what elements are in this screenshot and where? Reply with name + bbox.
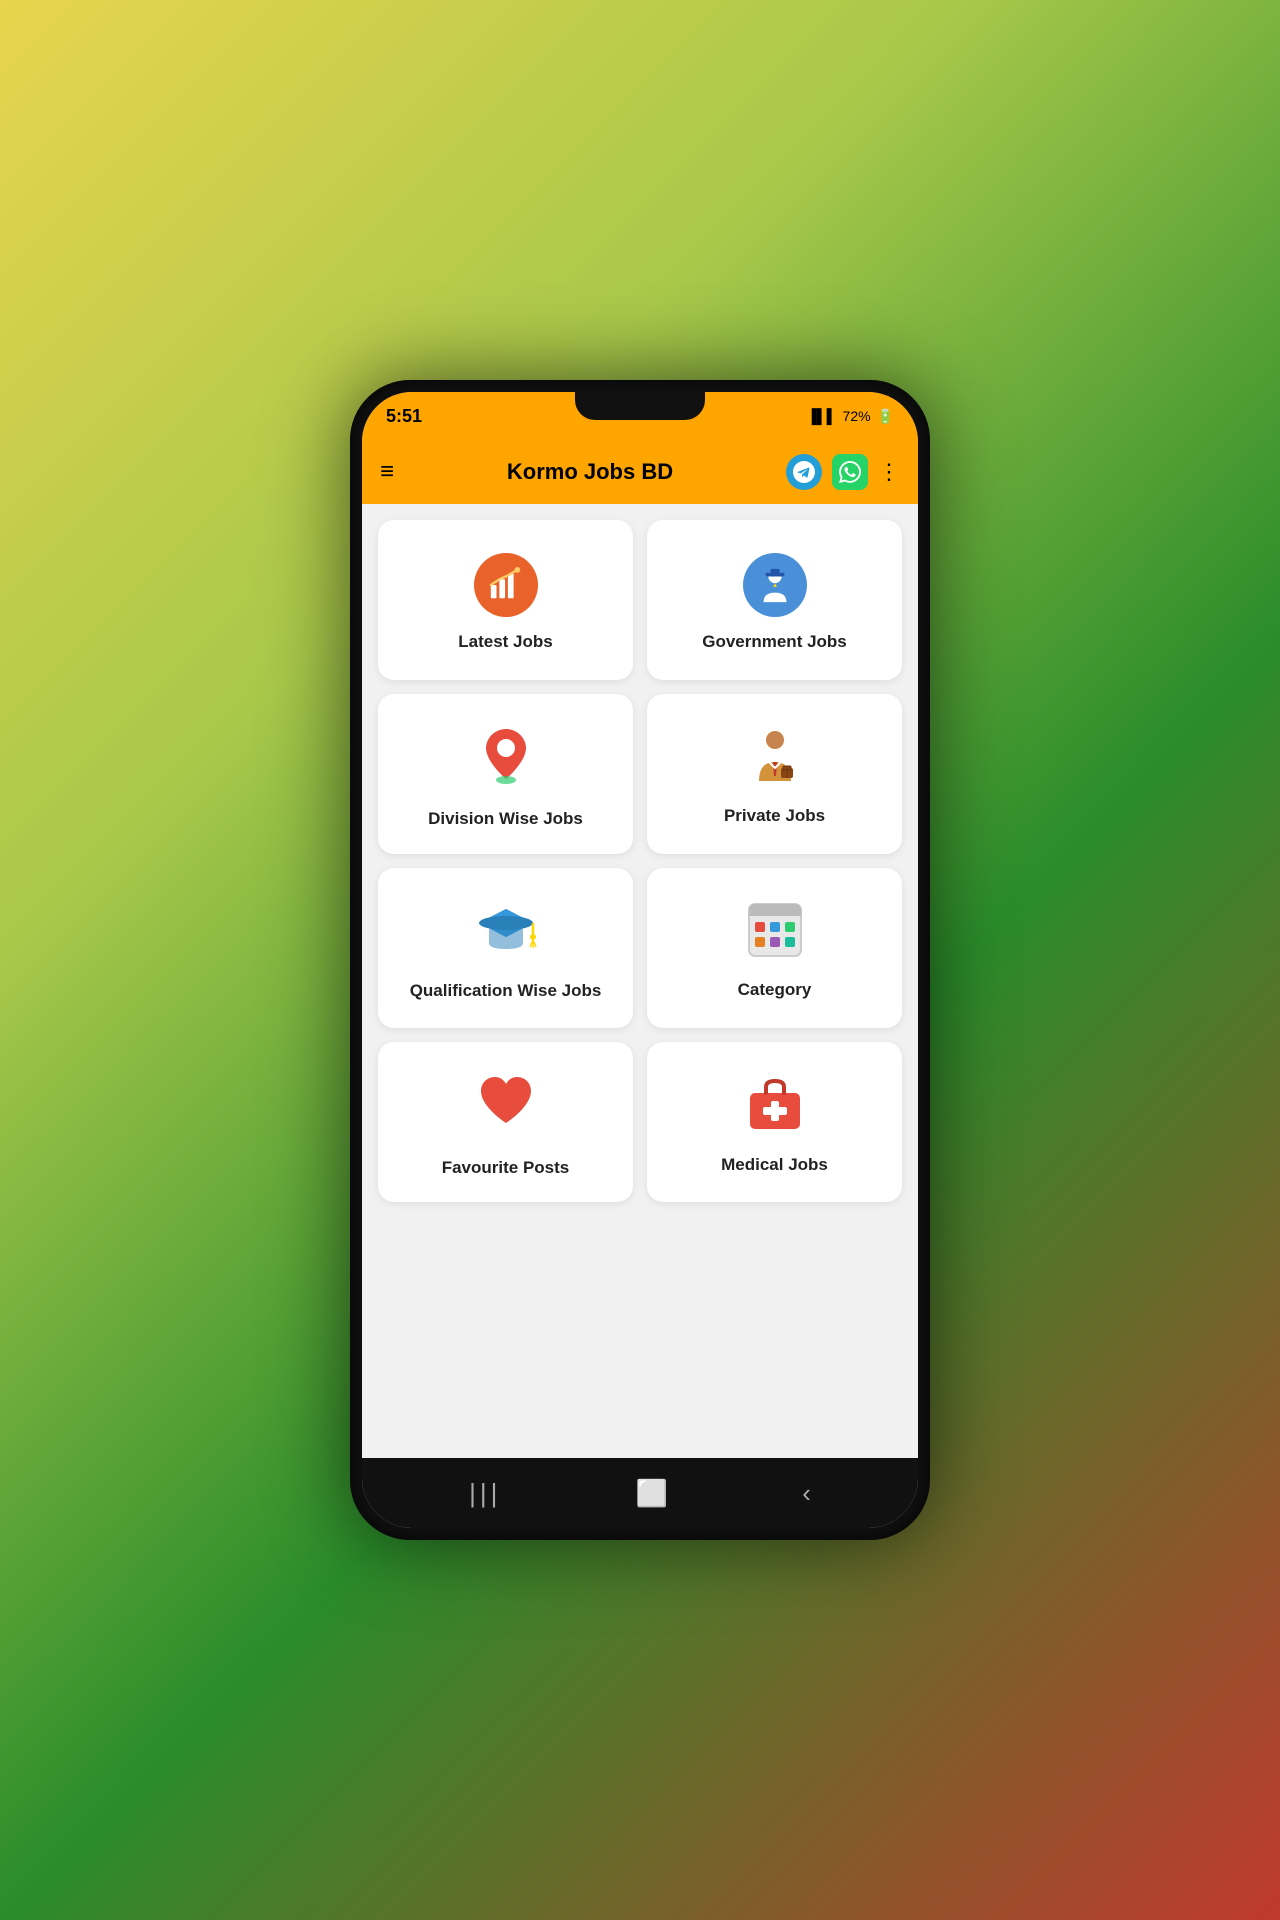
private-jobs-label: Private Jobs	[724, 805, 825, 827]
home-button[interactable]: ⬜	[636, 1478, 668, 1509]
latest-jobs-card[interactable]: Latest Jobs	[378, 520, 633, 680]
content-area: Latest Jobs	[362, 504, 918, 1458]
division-wise-jobs-card[interactable]: Division Wise Jobs	[378, 694, 633, 854]
favourite-posts-icon	[475, 1071, 537, 1143]
battery-icon: 🔋	[877, 408, 894, 425]
government-jobs-card[interactable]: Government Jobs	[647, 520, 902, 680]
category-grid-icon	[745, 900, 805, 960]
businessman-icon	[745, 726, 805, 786]
app-title: Kormo Jobs BD	[406, 459, 774, 485]
more-options-icon[interactable]: ⋮	[878, 459, 900, 485]
favourite-posts-card[interactable]: Favourite Posts	[378, 1042, 633, 1202]
division-wise-jobs-label: Division Wise Jobs	[428, 808, 583, 830]
phone-frame: 5:51 ▐▌▌ 72% 🔋 ≡ Kormo Jobs BD	[350, 380, 930, 1540]
latest-jobs-label: Latest Jobs	[458, 631, 552, 653]
battery-text: 72%	[843, 408, 871, 424]
government-jobs-icon-container	[743, 553, 807, 617]
qualification-wise-jobs-icon	[475, 899, 537, 966]
medical-jobs-card[interactable]: Medical Jobs	[647, 1042, 902, 1202]
telegram-icon	[793, 461, 815, 483]
app-bar: ≡ Kormo Jobs BD ⋮	[362, 440, 918, 504]
graduation-cap-icon	[475, 899, 537, 961]
hamburger-icon[interactable]: ≡	[380, 458, 394, 486]
app-bar-actions: ⋮	[786, 454, 900, 490]
recent-apps-button[interactable]: |||	[469, 1478, 501, 1509]
category-icon	[745, 900, 805, 965]
status-icons: ▐▌▌ 72% 🔋	[807, 408, 894, 425]
status-time: 5:51	[386, 406, 422, 427]
telegram-button[interactable]	[786, 454, 822, 490]
signal-icon: ▐▌▌	[807, 408, 837, 424]
government-jobs-icon	[756, 566, 794, 604]
latest-jobs-icon-container	[474, 553, 538, 617]
medical-jobs-label: Medical Jobs	[721, 1154, 828, 1176]
back-button[interactable]: ‹	[802, 1478, 811, 1509]
category-card[interactable]: Category	[647, 868, 902, 1028]
division-wise-jobs-icon	[476, 724, 536, 794]
qualification-wise-jobs-label: Qualification Wise Jobs	[410, 980, 602, 1002]
latest-jobs-icon	[487, 566, 525, 604]
favourite-posts-label: Favourite Posts	[442, 1157, 570, 1179]
bottom-navigation: ||| ⬜ ‹	[362, 1458, 918, 1528]
location-pin-icon	[476, 724, 536, 784]
menu-grid: Latest Jobs	[378, 520, 902, 1202]
medical-kit-icon	[744, 1073, 806, 1135]
government-jobs-label: Government Jobs	[702, 631, 847, 653]
private-jobs-card[interactable]: Private Jobs	[647, 694, 902, 854]
whatsapp-button[interactable]	[832, 454, 868, 490]
qualification-wise-jobs-card[interactable]: Qualification Wise Jobs	[378, 868, 633, 1028]
medical-jobs-icon	[744, 1073, 806, 1140]
whatsapp-icon	[839, 461, 861, 483]
phone-inner: 5:51 ▐▌▌ 72% 🔋 ≡ Kormo Jobs BD	[362, 392, 918, 1528]
category-label: Category	[738, 979, 812, 1001]
private-jobs-icon	[745, 726, 805, 791]
notch	[575, 392, 705, 420]
heart-icon	[475, 1071, 537, 1133]
